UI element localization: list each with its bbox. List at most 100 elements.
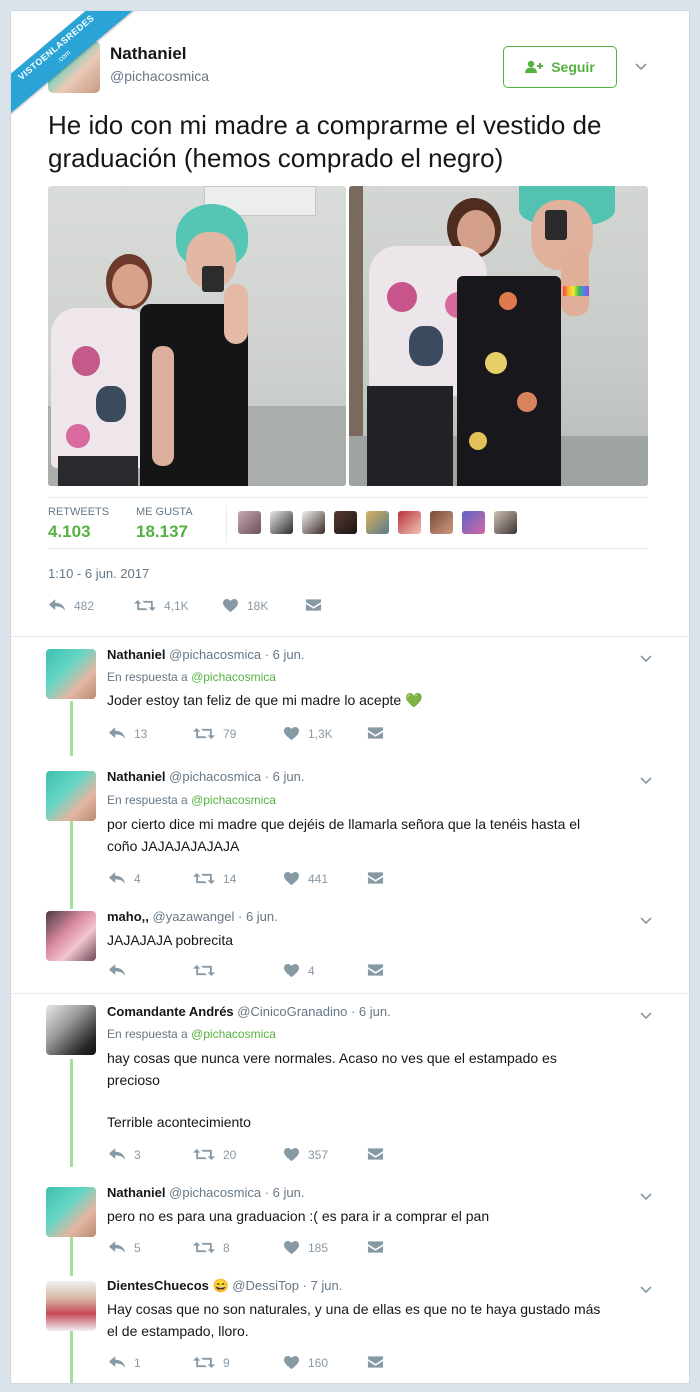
chevron-down-icon[interactable]: [640, 651, 652, 666]
chevron-down-icon[interactable]: [640, 1282, 652, 1297]
author-name[interactable]: Nathaniel: [107, 1185, 166, 1200]
likes-label: ME GUSTA: [136, 506, 193, 518]
retweet-button[interactable]: 14: [193, 871, 236, 886]
author-name[interactable]: Nathaniel: [110, 44, 187, 64]
reply-text-line: Hay cosas que no son naturales, y una de…: [107, 1301, 601, 1317]
reply-header: Nathaniel @pichacosmica · 6 jun.: [107, 647, 304, 662]
reply-button[interactable]: 5: [108, 1240, 141, 1255]
message-button[interactable]: [367, 963, 384, 977]
retweets-count[interactable]: 4.103: [48, 522, 91, 542]
chevron-down-icon[interactable]: [640, 1189, 652, 1204]
avatar[interactable]: [430, 511, 453, 534]
avatar[interactable]: [270, 511, 293, 534]
reply-button[interactable]: 13: [108, 726, 147, 741]
retweets-label: RETWEETS: [48, 506, 110, 518]
in-reply-handle[interactable]: @pichacosmica: [191, 793, 276, 807]
reply-button[interactable]: 1: [108, 1355, 141, 1370]
reply-date[interactable]: · 6 jun.: [265, 647, 305, 662]
avatar[interactable]: [46, 1281, 96, 1331]
in-reply-handle[interactable]: @pichacosmica: [191, 1027, 276, 1041]
author-handle[interactable]: @CinicoGranadino: [237, 1004, 347, 1019]
reply-text: pero no es para una graduacion :( es par…: [107, 1208, 490, 1224]
reply-icon: [108, 726, 126, 741]
retweet-button[interactable]: [193, 963, 223, 978]
avatar[interactable]: [46, 771, 96, 821]
reply-button[interactable]: 482: [48, 598, 94, 613]
reply-button[interactable]: [108, 963, 134, 978]
like-button[interactable]: 18K: [222, 598, 268, 613]
avatar[interactable]: [302, 511, 325, 534]
retweet-button[interactable]: 79: [193, 726, 236, 741]
avatar[interactable]: [366, 511, 389, 534]
reply-button[interactable]: 3: [108, 1147, 141, 1162]
retweet-count: 79: [223, 726, 237, 741]
like-button[interactable]: 185: [283, 1240, 328, 1255]
author-name[interactable]: Nathaniel: [107, 647, 166, 662]
reply-text-line: por cierto dice mi madre que dejéis de l…: [107, 816, 581, 832]
author-handle[interactable]: @pichacosmica: [110, 68, 209, 84]
author-name[interactable]: Nathaniel: [107, 769, 166, 784]
tweet-stats: RETWEETS 4.103 ME GUSTA 18.137: [48, 497, 648, 549]
avatar[interactable]: [334, 511, 357, 534]
reply-date[interactable]: · 6 jun.: [238, 909, 278, 924]
thread-line: [70, 1059, 73, 1167]
like-count: 441: [308, 871, 329, 886]
message-button[interactable]: [367, 871, 384, 885]
avatar[interactable]: [46, 1187, 96, 1237]
retweet-button[interactable]: 20: [193, 1147, 236, 1162]
author-name[interactable]: DientesChuecos 😄: [107, 1278, 229, 1293]
retweet-button[interactable]: 9: [193, 1355, 230, 1370]
reply-button[interactable]: 4: [108, 871, 141, 886]
author-handle[interactable]: @pichacosmica: [169, 769, 261, 784]
avatar[interactable]: [494, 511, 517, 534]
like-button[interactable]: 160: [283, 1355, 328, 1370]
like-button[interactable]: 4: [283, 963, 315, 978]
like-button[interactable]: 441: [283, 871, 328, 886]
author-name[interactable]: Comandante Andrés: [107, 1004, 234, 1019]
thread-line: [70, 1236, 73, 1276]
avatar[interactable]: [46, 1005, 96, 1055]
author-handle[interactable]: @pichacosmica: [169, 1185, 261, 1200]
author-name[interactable]: maho,,: [107, 909, 149, 924]
author-handle[interactable]: @pichacosmica: [169, 647, 261, 662]
avatar[interactable]: [238, 511, 261, 534]
retweet-button[interactable]: 4,1K: [134, 598, 189, 613]
tweet-timestamp[interactable]: 1:10 - 6 jun. 2017: [48, 566, 149, 581]
retweet-button[interactable]: 8: [193, 1240, 230, 1255]
envelope-icon: [367, 963, 384, 977]
chevron-down-icon[interactable]: [640, 773, 652, 788]
chevron-down-icon[interactable]: [635, 59, 647, 74]
reply-date[interactable]: · 6 jun.: [265, 769, 305, 784]
avatar[interactable]: [46, 911, 96, 961]
message-button[interactable]: [367, 1240, 384, 1254]
avatar[interactable]: [462, 511, 485, 534]
like-button[interactable]: 1,3K: [283, 726, 333, 741]
tweet-photo[interactable]: [48, 186, 346, 486]
heart-icon: [283, 963, 300, 978]
retweet-icon: [193, 726, 215, 741]
retweet-icon: [193, 1240, 215, 1255]
message-button[interactable]: [305, 598, 322, 612]
avatar[interactable]: [46, 649, 96, 699]
like-count: 4: [308, 963, 315, 978]
message-button[interactable]: [367, 726, 384, 740]
tweet-photo[interactable]: [349, 186, 648, 486]
reply-header: Nathaniel @pichacosmica · 6 jun.: [107, 1185, 304, 1200]
reply-count: 482: [74, 598, 95, 613]
author-handle[interactable]: @yazawangel: [153, 909, 235, 924]
message-button[interactable]: [367, 1147, 384, 1161]
author-handle[interactable]: @DessiTop: [232, 1278, 299, 1293]
like-button[interactable]: 357: [283, 1147, 328, 1162]
likes-count[interactable]: 18.137: [136, 522, 188, 542]
reply-text-line: hay cosas que nunca vere normales. Acaso…: [107, 1050, 557, 1066]
follow-button[interactable]: Seguir: [503, 46, 617, 88]
message-button[interactable]: [367, 1355, 384, 1369]
reply-date[interactable]: · 6 jun.: [351, 1004, 391, 1019]
avatar[interactable]: [398, 511, 421, 534]
reply-count: 4: [134, 871, 141, 886]
reply-date[interactable]: · 7 jun.: [303, 1278, 343, 1293]
chevron-down-icon[interactable]: [640, 913, 652, 928]
reply-date[interactable]: · 6 jun.: [265, 1185, 305, 1200]
chevron-down-icon[interactable]: [640, 1008, 652, 1023]
in-reply-handle[interactable]: @pichacosmica: [191, 670, 276, 684]
